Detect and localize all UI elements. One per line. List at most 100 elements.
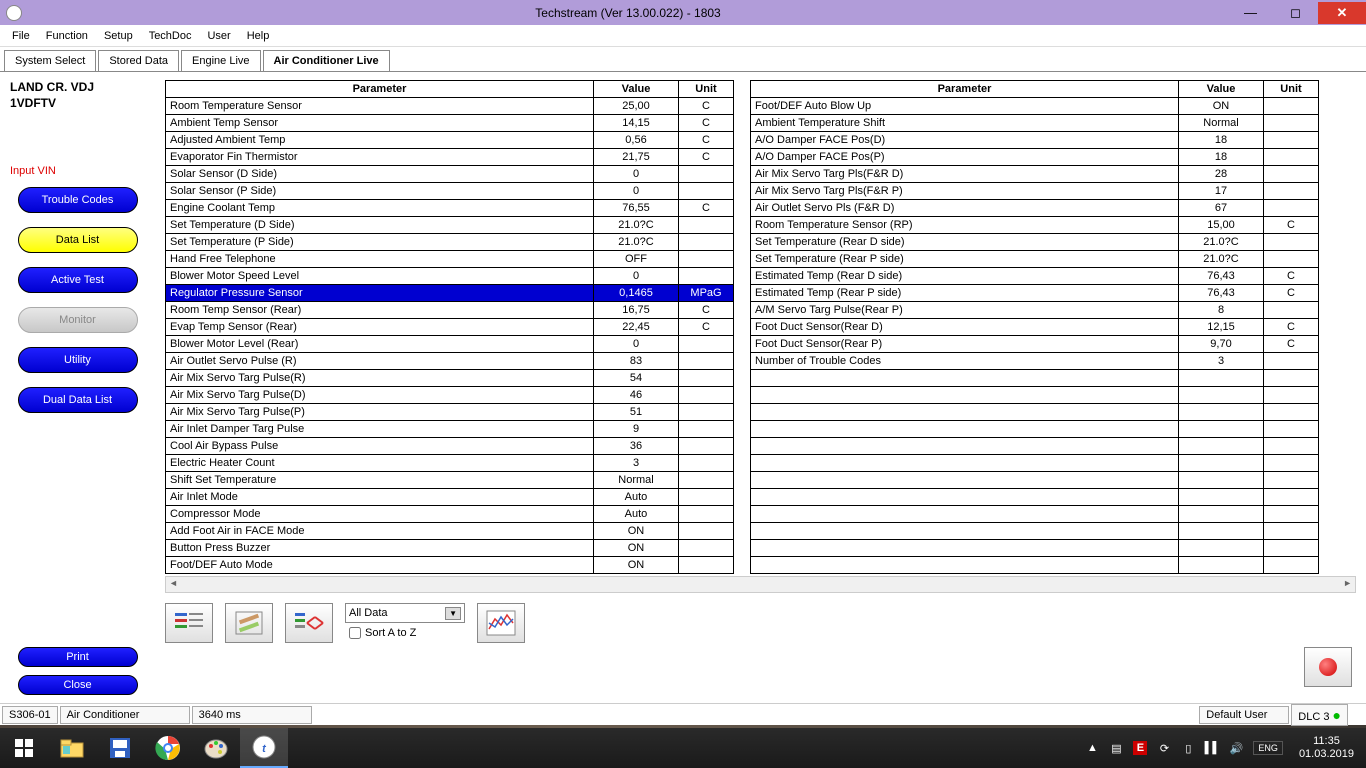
tab-system-select[interactable]: System Select <box>4 50 96 71</box>
menu-user[interactable]: User <box>199 27 238 45</box>
table-row[interactable]: Air Mix Servo Targ Pls(F&R D)28 <box>751 166 1319 183</box>
close-panel-button[interactable]: Close <box>18 675 138 695</box>
table-row[interactable]: Ambient Temperature ShiftNormal <box>751 115 1319 132</box>
menu-file[interactable]: File <box>4 27 38 45</box>
graph-button[interactable] <box>477 603 525 643</box>
status-code: S306-01 <box>2 706 58 724</box>
dual-data-list-button[interactable]: Dual Data List <box>18 387 138 413</box>
table-row[interactable]: Shift Set TemperatureNormal <box>166 472 734 489</box>
filter-select[interactable]: All Data <box>345 603 465 623</box>
table-row[interactable]: Room Temperature Sensor (RP)15,00C <box>751 217 1319 234</box>
table-row[interactable]: Air Mix Servo Targ Pulse(P)51 <box>166 404 734 421</box>
sort-checkbox-input[interactable] <box>349 627 361 639</box>
table-row[interactable]: Estimated Temp (Rear D side)76,43C <box>751 268 1319 285</box>
tray-clock[interactable]: 11:35 01.03.2019 <box>1293 735 1360 761</box>
view-list2-button[interactable] <box>225 603 273 643</box>
menubar: File Function Setup TechDoc User Help <box>0 25 1366 47</box>
menu-setup[interactable]: Setup <box>96 27 141 45</box>
menu-function[interactable]: Function <box>38 27 96 45</box>
start-button[interactable] <box>0 728 48 768</box>
task-techstream[interactable]: t <box>240 728 288 768</box>
data-list-button[interactable]: Data List <box>18 227 138 253</box>
resize-grip[interactable] <box>1348 707 1364 723</box>
table-row[interactable]: Air Outlet Servo Pulse (R)83 <box>166 353 734 370</box>
task-chrome[interactable] <box>144 728 192 768</box>
tab-stored-data[interactable]: Stored Data <box>98 50 179 71</box>
maximize-button[interactable]: ◻ <box>1273 2 1318 24</box>
tray-volume-icon[interactable]: 🔊 <box>1229 741 1243 755</box>
table-row[interactable]: Set Temperature (Rear D side)21.0?C <box>751 234 1319 251</box>
table-row[interactable]: Set Temperature (D Side)21.0?C <box>166 217 734 234</box>
header-unit[interactable]: Unit <box>679 81 734 98</box>
table-row[interactable]: Add Foot Air in FACE ModeON <box>166 523 734 540</box>
table-row[interactable]: Set Temperature (Rear P side)21.0?C <box>751 251 1319 268</box>
sort-checkbox[interactable]: Sort A to Z <box>345 627 465 639</box>
view-list3-button[interactable] <box>285 603 333 643</box>
tray-language[interactable]: ENG <box>1253 741 1283 755</box>
table-row[interactable]: Evaporator Fin Thermistor21,75C <box>166 149 734 166</box>
table-row[interactable]: Hand Free TelephoneOFF <box>166 251 734 268</box>
table-row[interactable]: Solar Sensor (D Side)0 <box>166 166 734 183</box>
table-row[interactable]: Estimated Temp (Rear P side)76,43C <box>751 285 1319 302</box>
table-row[interactable]: Adjusted Ambient Temp0,56C <box>166 132 734 149</box>
tray-sync-icon[interactable]: ⟳ <box>1157 741 1171 755</box>
table-row[interactable]: Air Mix Servo Targ Pulse(R)54 <box>166 370 734 387</box>
tab-air-conditioner-live[interactable]: Air Conditioner Live <box>263 50 390 72</box>
left-data-table[interactable]: Parameter Value Unit Room Temperature Se… <box>165 80 734 574</box>
table-row[interactable]: Foot Duct Sensor(Rear D)12,15C <box>751 319 1319 336</box>
trouble-codes-button[interactable]: Trouble Codes <box>18 187 138 213</box>
table-row[interactable]: Engine Coolant Temp76,55C <box>166 200 734 217</box>
record-button[interactable] <box>1304 647 1352 687</box>
table-row[interactable]: Air Mix Servo Targ Pls(F&R P)17 <box>751 183 1319 200</box>
menu-help[interactable]: Help <box>239 27 278 45</box>
table-row[interactable]: Foot/DEF Auto Blow UpON <box>751 98 1319 115</box>
table-row[interactable]: Blower Motor Level (Rear)0 <box>166 336 734 353</box>
input-vin-label[interactable]: Input VIN <box>10 165 145 177</box>
table-row[interactable]: Air Outlet Servo Pls (F&R D)67 <box>751 200 1319 217</box>
table-row[interactable]: Cool Air Bypass Pulse36 <box>166 438 734 455</box>
header-unit-2[interactable]: Unit <box>1264 81 1319 98</box>
task-paint[interactable] <box>192 728 240 768</box>
table-row[interactable]: Electric Heater Count3 <box>166 455 734 472</box>
header-value-2[interactable]: Value <box>1179 81 1264 98</box>
table-row[interactable]: A/O Damper FACE Pos(P)18 <box>751 149 1319 166</box>
table-row[interactable]: Foot Duct Sensor(Rear P)9,70C <box>751 336 1319 353</box>
table-row[interactable]: Number of Trouble Codes3 <box>751 353 1319 370</box>
table-row[interactable]: Air Inlet Damper Targ Pulse9 <box>166 421 734 438</box>
minimize-button[interactable]: — <box>1228 2 1273 24</box>
view-list1-button[interactable] <box>165 603 213 643</box>
table-row[interactable]: Regulator Pressure Sensor0,1465MPaG <box>166 285 734 302</box>
menu-techdoc[interactable]: TechDoc <box>141 27 200 45</box>
table-row[interactable]: Button Press BuzzerON <box>166 540 734 557</box>
close-button[interactable]: ✕ <box>1318 2 1366 24</box>
table-row[interactable]: A/M Servo Targ Pulse(Rear P)8 <box>751 302 1319 319</box>
tray-battery-icon[interactable]: ▯ <box>1181 741 1195 755</box>
tab-engine-live[interactable]: Engine Live <box>181 50 261 71</box>
tray-network-icon[interactable]: ▌▌ <box>1205 741 1219 755</box>
tray-up-icon[interactable]: ▲ <box>1085 741 1099 755</box>
tray-e-icon[interactable]: E <box>1133 741 1147 755</box>
table-row[interactable]: Room Temperature Sensor25,00C <box>166 98 734 115</box>
table-row[interactable]: Air Mix Servo Targ Pulse(D)46 <box>166 387 734 404</box>
horizontal-scrollbar[interactable] <box>165 576 1356 593</box>
table-row[interactable]: Ambient Temp Sensor14,15C <box>166 115 734 132</box>
table-row[interactable]: Evap Temp Sensor (Rear)22,45C <box>166 319 734 336</box>
right-data-table[interactable]: Parameter Value Unit Foot/DEF Auto Blow … <box>750 80 1319 574</box>
task-explorer[interactable] <box>48 728 96 768</box>
task-save-icon[interactable] <box>96 728 144 768</box>
header-parameter[interactable]: Parameter <box>166 81 594 98</box>
table-row[interactable]: Blower Motor Speed Level0 <box>166 268 734 285</box>
utility-button[interactable]: Utility <box>18 347 138 373</box>
table-row[interactable]: Room Temp Sensor (Rear)16,75C <box>166 302 734 319</box>
table-row[interactable]: Foot/DEF Auto ModeON <box>166 557 734 574</box>
table-row[interactable]: Set Temperature (P Side)21.0?C <box>166 234 734 251</box>
tray-page-icon[interactable]: ▤ <box>1109 741 1123 755</box>
header-value[interactable]: Value <box>594 81 679 98</box>
active-test-button[interactable]: Active Test <box>18 267 138 293</box>
print-button[interactable]: Print <box>18 647 138 667</box>
table-row[interactable]: Solar Sensor (P Side)0 <box>166 183 734 200</box>
table-row[interactable]: A/O Damper FACE Pos(D)18 <box>751 132 1319 149</box>
table-row[interactable]: Air Inlet ModeAuto <box>166 489 734 506</box>
table-row[interactable]: Compressor ModeAuto <box>166 506 734 523</box>
header-parameter-2[interactable]: Parameter <box>751 81 1179 98</box>
